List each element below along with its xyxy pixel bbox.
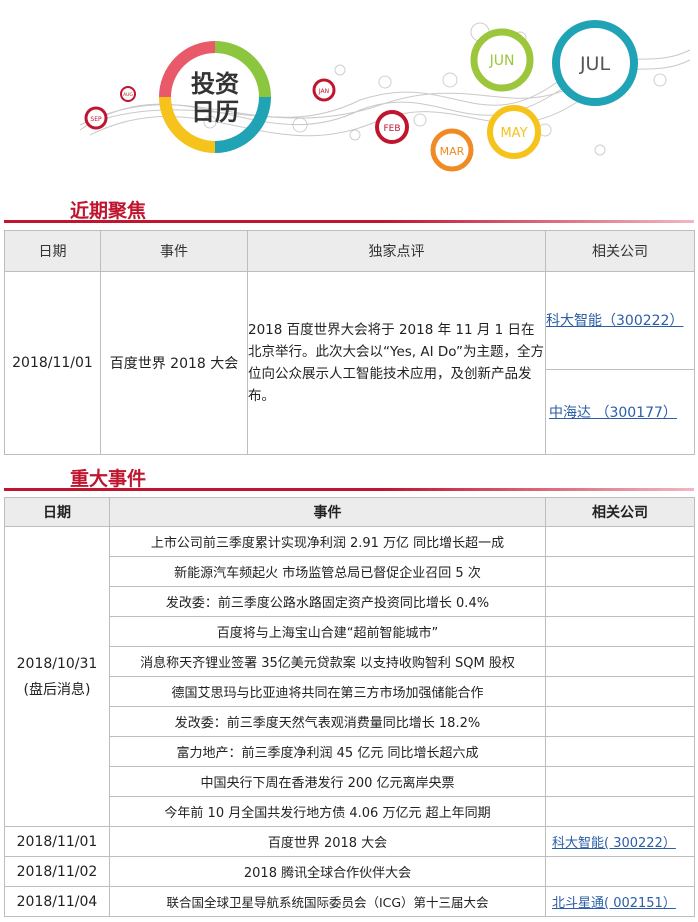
focus-header-comment: 独家点评 <box>247 230 546 272</box>
major-row-date: 2018/11/02 <box>4 856 110 887</box>
month-jul: JUL <box>552 20 638 106</box>
major-row-company: 北斗星通( 002151） <box>545 886 695 917</box>
focus-section-divider <box>4 220 694 223</box>
focus-header-date: 日期 <box>4 230 101 272</box>
focus-section-title: 近期聚焦 <box>70 200 147 222</box>
focus-row-date: 2018/11/01 <box>4 271 101 455</box>
major-group-date-cell: 2018/10/31 (盘后消息) <box>4 526 110 827</box>
major-header-date: 日期 <box>4 497 110 527</box>
focus-row-event: 百度世界 2018 大会 <box>100 271 248 455</box>
major-row-event: 2018 腾讯全球合作伙伴大会 <box>109 856 546 887</box>
major-company-link-2[interactable]: 北斗星通( 002151） <box>552 896 676 911</box>
table-row-company <box>545 616 695 647</box>
major-events-table: 日期 事件 相关公司 2018/10/31 (盘后消息) 上市公司前三季度累计实… <box>4 497 695 917</box>
focus-header-event: 事件 <box>100 230 248 272</box>
major-row-company: 科大智能( 300222） <box>545 826 695 857</box>
month-jun: JUN <box>470 28 534 92</box>
investment-calendar-banner: 投资 日历 SEP AUG JAN FEB MAR MAY JUN JUL <box>79 20 691 172</box>
svg-text:FEB: FEB <box>383 124 400 134</box>
svg-text:MAR: MAR <box>440 145 465 158</box>
table-row: 发改委：前三季度公路水路固定资产投资同比增长 0.4% <box>109 586 546 617</box>
table-row-company <box>545 736 695 767</box>
svg-text:JUN: JUN <box>489 53 515 69</box>
month-may: MAY <box>487 105 541 159</box>
logo-text-line1: 投资 <box>191 70 239 98</box>
table-row-company <box>545 796 695 827</box>
table-row: 发改委：前三季度天然气表观消费量同比增长 18.2% <box>109 706 546 737</box>
table-row-company <box>545 556 695 587</box>
table-row-company <box>545 676 695 707</box>
svg-text:SEP: SEP <box>90 116 102 123</box>
major-section-title: 重大事件 <box>70 468 147 490</box>
focus-company-link-2[interactable]: 中海达 （300177） <box>549 405 677 421</box>
svg-text:JAN: JAN <box>318 88 329 95</box>
major-row-event: 百度世界 2018 大会 <box>109 826 546 857</box>
major-header-event: 事件 <box>109 497 546 527</box>
focus-table: 日期 事件 独家点评 相关公司 2018/11/01 百度世界 2018 大会 … <box>4 230 695 456</box>
major-header-company: 相关公司 <box>545 497 695 527</box>
table-row: 德国艾思玛与比亚迪将共同在第三方市场加强储能合作 <box>109 676 546 707</box>
table-row-company <box>545 706 695 737</box>
table-row: 上市公司前三季度累计实现净利润 2.91 万亿 同比增长超一成 <box>109 526 546 557</box>
major-section-divider <box>4 488 694 491</box>
table-row-company <box>545 586 695 617</box>
svg-text:JUL: JUL <box>579 53 611 75</box>
major-row-date: 2018/11/01 <box>4 826 110 857</box>
table-row: 新能源汽车频起火 市场监管总局已督促企业召回 5 次 <box>109 556 546 587</box>
focus-company-link-1[interactable]: 科大智能（300222） <box>547 313 684 329</box>
major-row-company <box>545 856 695 887</box>
table-row-company <box>545 526 695 557</box>
table-row: 富力地产：前三季度净利润 45 亿元 同比增长超六成 <box>109 736 546 767</box>
focus-header-company: 相关公司 <box>545 230 695 272</box>
month-mar: MAR <box>430 128 474 172</box>
table-row-company <box>545 646 695 677</box>
major-row-event: 联合国全球卫星导航系统国际委员会（ICG）第十三届大会 <box>109 886 546 917</box>
focus-company-cell: 科大智能（300222） <box>545 271 695 370</box>
focus-row-comment: 2018 百度世界大会将于 2018 年 11 月 1 日在北京举行。此次大会以… <box>247 271 546 455</box>
table-row: 消息称天齐锂业签署 35亿美元贷款案 以支持收购智利 SQM 股权 <box>109 646 546 677</box>
major-group-note: (盘后消息) <box>23 681 91 698</box>
svg-text:MAY: MAY <box>500 126 527 141</box>
month-sep: SEP <box>84 106 108 130</box>
table-row: 今年前 10 月全国共发行地方债 4.06 万亿元 超上年同期 <box>109 796 546 827</box>
focus-company-cell: 中海达 （300177） <box>545 368 695 456</box>
major-group-date: 2018/10/31 <box>16 655 98 672</box>
month-aug: AUG <box>120 86 136 102</box>
month-jan: JAN <box>312 78 336 102</box>
major-row-date: 2018/11/04 <box>4 886 110 917</box>
svg-text:AUG: AUG <box>123 92 133 98</box>
table-row: 中国央行下周在香港发行 200 亿元离岸央票 <box>109 766 546 797</box>
table-row-company <box>545 766 695 797</box>
logo-text-line2: 日历 <box>191 98 239 126</box>
major-company-link-1[interactable]: 科大智能( 300222） <box>552 836 676 851</box>
month-feb: FEB <box>375 110 409 144</box>
table-row: 百度将与上海宝山合建“超前智能城市” <box>109 616 546 647</box>
